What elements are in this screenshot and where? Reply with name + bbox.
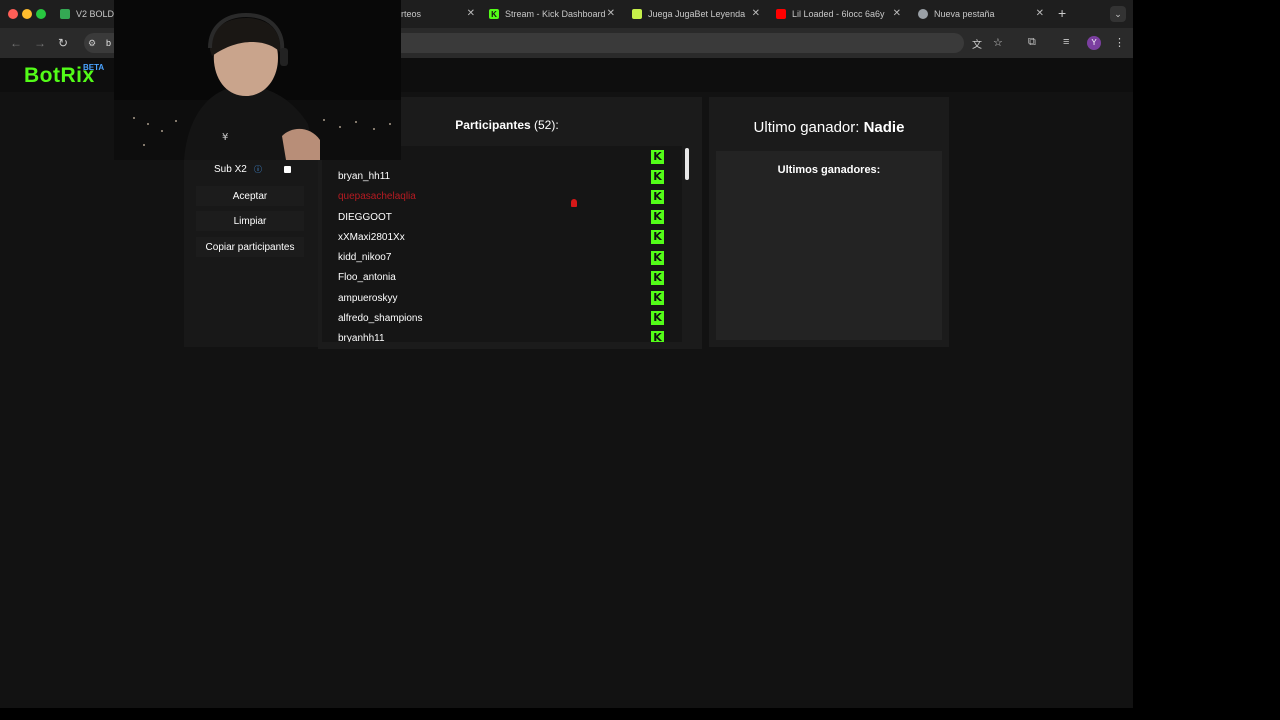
close-tab-icon[interactable]: ✕ (752, 8, 760, 19)
profile-avatar[interactable]: Y (1087, 36, 1101, 50)
kick-platform-icon: K (651, 311, 664, 325)
participant-name: ampueroskyy (338, 293, 398, 304)
close-tab-icon[interactable]: ✕ (467, 8, 475, 19)
webcam-overlay: ¥ (114, 0, 401, 160)
svg-text:¥: ¥ (222, 132, 228, 143)
reload-icon[interactable]: ↻ (58, 36, 68, 50)
copy-participants-button[interactable]: Copiar participantes (196, 237, 304, 257)
jugabet-icon (632, 9, 642, 19)
participant-name: kidd_nikoo7 (338, 252, 392, 263)
translate-icon[interactable]: 文 (972, 36, 982, 51)
kick-platform-icon: K (651, 190, 664, 204)
browser-tab[interactable]: Lil Loaded - 6locc 6a6y ✕ (776, 4, 901, 24)
pointer-cursor-icon (571, 199, 577, 207)
browser-tab-active[interactable]: rteos ✕ (401, 4, 475, 24)
participants-scrollbar[interactable] (685, 148, 689, 180)
more-menu-icon[interactable]: ⋮ (1114, 36, 1125, 49)
kick-platform-icon: K (651, 271, 664, 285)
accept-button[interactable]: Aceptar (196, 186, 304, 206)
participants-list[interactable]: bryan_hh11 quepasachelaqlia DIEGGOOT xXM… (322, 146, 682, 342)
last-winner-name: Nadie (863, 119, 905, 136)
tab-label: Lil Loaded - 6locc 6a6y (792, 9, 885, 19)
tab-label: Nueva pestaña (934, 9, 995, 19)
streamer-webcam-image: ¥ (114, 0, 401, 160)
tab-label: Juega JugaBet Leyenda (648, 9, 746, 19)
close-tab-icon[interactable]: ✕ (1036, 8, 1044, 19)
bookmark-star-icon[interactable]: ☆ (993, 36, 1003, 49)
info-icon: ⓘ (254, 165, 262, 174)
extensions-icon[interactable]: ⧉ (1028, 36, 1036, 49)
participant-name: alfredo_shampions (338, 313, 423, 324)
close-tab-icon[interactable]: ✕ (607, 8, 615, 19)
sub-x2-label: Sub X2 (214, 164, 247, 175)
url-text: b (106, 38, 112, 48)
participants-label: Participantes (455, 118, 531, 132)
participant-name: bryan_hh11 (338, 171, 391, 182)
screen: V2 BOLD- rteos ✕ K Stream - Kick Dashboa… (0, 0, 1133, 708)
winners-list-title: Ultimos ganadores: (777, 164, 881, 176)
back-arrow-icon[interactable]: ← (10, 36, 22, 50)
clear-button[interactable]: Limpiar (196, 211, 304, 231)
browser-tab[interactable]: V2 BOLD- (60, 4, 114, 24)
participant-name: Floo_antonia (338, 272, 396, 283)
participant-name: quepasachelaqlia (338, 191, 416, 202)
forward-arrow-icon[interactable]: → (34, 36, 46, 50)
drive-icon (60, 9, 70, 19)
minimize-window-button[interactable] (22, 9, 32, 19)
close-tab-icon[interactable]: ✕ (893, 8, 901, 19)
site-settings-icon[interactable]: ⚙ (88, 38, 96, 49)
browser-tab[interactable]: Juega JugaBet Leyenda ✕ (632, 4, 760, 24)
sub-x2-checkbox[interactable] (284, 166, 291, 173)
tab-label: Stream - Kick Dashboard (505, 9, 606, 19)
winners-list (716, 151, 942, 340)
kick-platform-icon: K (651, 150, 664, 164)
tab-label: V2 BOLD- (76, 9, 114, 19)
kick-platform-icon: K (651, 230, 664, 244)
last-winner-label: Ultimo ganador: (753, 119, 860, 136)
chrome-icon (918, 9, 928, 19)
last-winner-heading: Ultimo ganador: Nadie (709, 119, 949, 136)
participant-name: bryanhh11 (338, 333, 385, 342)
new-tab-button[interactable]: + (1058, 5, 1066, 21)
kick-platform-icon: K (651, 331, 664, 342)
browser-tab[interactable]: Nueva pestaña ✕ (918, 4, 1044, 24)
beta-badge: BETA (83, 63, 105, 72)
kick-platform-icon: K (651, 251, 664, 265)
close-window-button[interactable] (8, 9, 18, 19)
participant-name: xXMaxi2801Xx (338, 232, 405, 243)
participant-name: DIEGGOOT (338, 212, 392, 223)
youtube-icon (776, 9, 786, 19)
maximize-window-button[interactable] (36, 9, 46, 19)
kick-icon: K (489, 9, 499, 19)
kick-platform-icon: K (651, 170, 664, 184)
tab-label: rteos (401, 9, 422, 19)
media-controls-icon[interactable]: ≡ (1063, 36, 1069, 48)
participants-count: (52): (534, 118, 559, 132)
kick-platform-icon: K (651, 291, 664, 305)
browser-tab[interactable]: K Stream - Kick Dashboard ✕ (489, 4, 615, 24)
kick-platform-icon: K (651, 210, 664, 224)
tab-search-button[interactable]: ⌄ (1110, 6, 1126, 22)
